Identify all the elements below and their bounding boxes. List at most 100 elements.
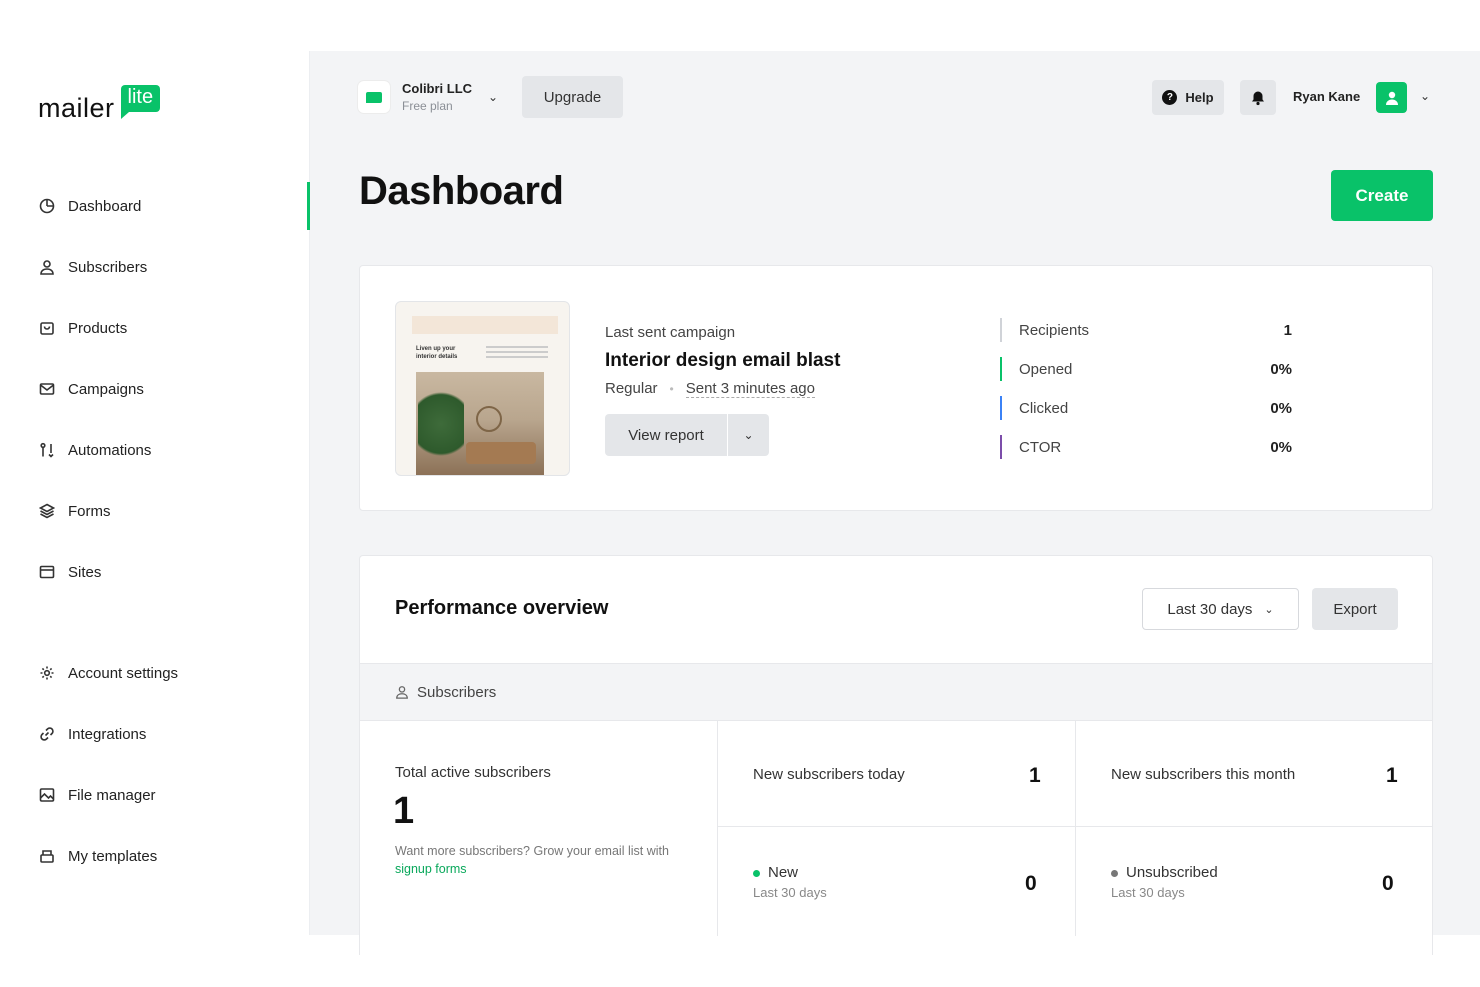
sidebar-item-sites[interactable]: Sites: [38, 560, 101, 584]
automation-icon: [38, 441, 56, 459]
chevron-down-icon: ⌄: [488, 90, 499, 104]
question-icon: ?: [1162, 90, 1178, 105]
thumbnail-headline: Liven up your interior details: [416, 346, 458, 360]
sidebar-item-subscribers[interactable]: Subscribers: [38, 255, 147, 279]
sidebar-item-label: Integrations: [68, 725, 147, 743]
app-window: mailer lite Dashboard Subscribers Produc…: [0, 0, 1480, 987]
stat-label: Clicked: [1019, 399, 1069, 417]
sidebar-item-account-settings[interactable]: Account settings: [38, 661, 178, 685]
user-name[interactable]: Ryan Kane: [1293, 89, 1360, 104]
new-today-label: New subscribers today: [753, 766, 905, 783]
section-label: Subscribers: [417, 683, 497, 701]
layers-icon: [38, 502, 56, 520]
sidebar-item-label: Subscribers: [68, 258, 148, 276]
stat-recipients: Recipients 1: [1000, 318, 1292, 342]
campaign-thumbnail[interactable]: Liven up your interior details: [395, 301, 570, 476]
campaign-stats: Recipients 1 Opened 0% Clicked 0% CTOR 0…: [1000, 318, 1292, 474]
date-range-select[interactable]: Last 30 days ⌄: [1142, 588, 1299, 630]
stat-value: 1: [1283, 321, 1292, 339]
view-report-group: View report ⌄: [605, 414, 769, 456]
green-dot-icon: [753, 869, 760, 877]
campaign-sent-time: Sent 3 minutes ago: [685, 380, 815, 398]
notifications-button[interactable]: [1240, 80, 1276, 115]
signup-forms-link[interactable]: signup forms: [395, 862, 467, 876]
sidebar-item-my-templates[interactable]: My templates: [38, 844, 157, 868]
last-campaign-card: Liven up your interior details Last sent…: [359, 265, 1433, 511]
campaign-type: Regular: [605, 380, 658, 397]
stat-ctor: CTOR 0%: [1000, 435, 1292, 459]
account-switcher[interactable]: Colibri LLC Free plan ⌄: [358, 81, 498, 113]
user-icon: [395, 685, 409, 699]
campaign-name: Interior design email blast: [605, 350, 841, 371]
export-button[interactable]: Export: [1312, 588, 1398, 630]
shopping-bag-icon: [38, 319, 56, 337]
mailerlite-logo[interactable]: mailer lite: [38, 85, 161, 122]
total-active-value: 1: [393, 790, 415, 832]
view-report-button[interactable]: View report: [605, 414, 727, 456]
sidebar-item-file-manager[interactable]: File manager: [38, 783, 156, 807]
logo-badge: lite: [120, 85, 161, 119]
sidebar-item-label: Dashboard: [68, 197, 142, 215]
new-month-label: New subscribers this month: [1111, 766, 1296, 783]
stat-color-bar: [1000, 318, 1002, 342]
new-period: Last 30 days: [753, 885, 827, 900]
stat-value: 0%: [1270, 360, 1292, 378]
chevron-down-icon: ⌄: [743, 428, 754, 442]
new-month-value: 1: [1386, 764, 1398, 787]
sidebar: mailer lite Dashboard Subscribers Produc…: [0, 51, 310, 935]
main-content: Colibri LLC Free plan ⌄ Upgrade ? Help R…: [310, 51, 1480, 955]
sidebar-item-automations[interactable]: Automations: [38, 438, 151, 462]
sidebar-item-forms[interactable]: Forms: [38, 499, 111, 523]
sidebar-item-label: Automations: [68, 441, 152, 459]
column-divider: [1075, 721, 1076, 936]
grow-list-hint: Want more subscribers? Grow your email l…: [395, 842, 685, 878]
new-label: New: [753, 864, 798, 881]
unsubscribed-period: Last 30 days: [1111, 885, 1185, 900]
gear-icon: [38, 664, 56, 682]
user-icon: [38, 258, 56, 276]
stat-label: Opened: [1019, 360, 1073, 378]
sidebar-item-label: Products: [68, 319, 128, 337]
campaign-info: Last sent campaign Interior design email…: [605, 324, 841, 398]
sidebar-item-campaigns[interactable]: Campaigns: [38, 377, 144, 401]
help-button[interactable]: ? Help: [1152, 80, 1224, 115]
stat-value: 0%: [1270, 399, 1292, 417]
stat-color-bar: [1000, 435, 1002, 459]
user-menu-chevron-icon[interactable]: ⌄: [1420, 89, 1430, 103]
campaign-section-label: Last sent campaign: [605, 324, 736, 341]
unsubscribed-value: 0: [1382, 872, 1394, 895]
user-avatar-icon: [1385, 91, 1398, 105]
stat-label: CTOR: [1019, 438, 1062, 456]
dashboard-icon: [38, 197, 56, 215]
view-report-dropdown[interactable]: ⌄: [727, 414, 769, 456]
gray-dot-icon: [1111, 869, 1118, 877]
avatar[interactable]: [1376, 82, 1407, 113]
campaign-meta: Regular • Sent 3 minutes ago: [605, 380, 815, 398]
column-divider: [717, 721, 718, 936]
sidebar-item-dashboard[interactable]: Dashboard: [38, 194, 141, 218]
sidebar-item-label: File manager: [68, 786, 156, 804]
new-today-value: 1: [1029, 764, 1041, 787]
total-active-label: Total active subscribers: [395, 764, 551, 781]
stat-clicked: Clicked 0%: [1000, 396, 1292, 420]
org-logo-icon: [358, 81, 390, 113]
stat-opened: Opened 0%: [1000, 357, 1292, 381]
upgrade-button[interactable]: Upgrade: [522, 76, 623, 118]
page-title: Dashboard: [359, 169, 564, 213]
new-value: 0: [1025, 872, 1037, 895]
bell-icon: [1252, 91, 1264, 105]
sidebar-item-products[interactable]: Products: [38, 316, 127, 340]
image-icon: [38, 786, 56, 804]
org-name: Colibri LLC: [402, 81, 473, 96]
date-range-label: Last 30 days: [1167, 600, 1253, 618]
unsubscribed-label: Unsubscribed: [1111, 864, 1218, 881]
sidebar-item-label: Sites: [68, 563, 102, 581]
sidebar-item-label: Forms: [68, 502, 111, 520]
browser-icon: [38, 563, 56, 581]
org-plan: Free plan: [402, 99, 453, 113]
sidebar-item-label: Campaigns: [68, 380, 144, 398]
create-button[interactable]: Create: [1331, 170, 1433, 221]
performance-title: Performance overview: [395, 597, 609, 619]
subscribers-section-header: Subscribers: [360, 663, 1432, 721]
sidebar-item-integrations[interactable]: Integrations: [38, 722, 146, 746]
